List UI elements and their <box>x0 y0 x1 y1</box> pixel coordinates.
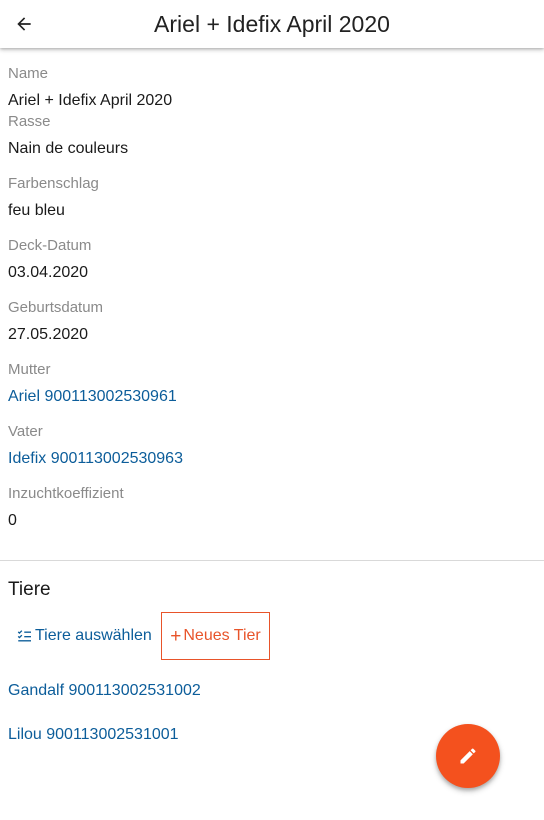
field-label: Inzuchtkoeffizient <box>8 485 124 502</box>
field-value: feu bleu <box>8 202 65 219</box>
page: Ariel + Idefix April 2020 Name Ariel + I… <box>0 0 544 820</box>
select-animals-label: Tiere auswählen <box>35 627 152 644</box>
select-animals-button[interactable]: Tiere auswählen <box>16 618 152 654</box>
pencil-icon <box>460 748 476 764</box>
field-label: Farbenschlag <box>8 175 99 192</box>
detail-fields: Name Ariel + Idefix April 2020 Rasse Nai… <box>0 48 544 546</box>
field-name: Name Ariel + Idefix April 2020 <box>0 48 544 112</box>
back-button[interactable] <box>4 4 44 44</box>
field-value: 03.04.2020 <box>8 264 89 281</box>
new-animal-label: Neues Tier <box>183 627 261 644</box>
page-title: Ariel + Idefix April 2020 <box>154 11 390 37</box>
divider <box>0 560 544 561</box>
field-label: Rasse <box>8 113 51 130</box>
field-value: 27.05.2020 <box>8 326 89 343</box>
field-value: Ariel + Idefix April 2020 <box>8 92 173 109</box>
field-birth-date: Geburtsdatum 27.05.2020 <box>0 298 544 360</box>
field-mating-date: Deck-Datum 03.04.2020 <box>0 236 544 298</box>
edit-fab-button[interactable] <box>436 724 500 788</box>
field-label: Mutter <box>8 361 51 378</box>
checklist-icon <box>17 630 31 642</box>
field-label: Vater <box>8 423 43 440</box>
animal-link[interactable]: Lilou 900113002531001 <box>8 725 179 745</box>
field-value: Nain de couleurs <box>8 140 129 157</box>
field-value: 0 <box>8 512 17 529</box>
field-label: Geburtsdatum <box>8 299 104 316</box>
app-bar: Ariel + Idefix April 2020 <box>0 0 544 48</box>
field-label: Deck-Datum <box>8 237 92 254</box>
new-animal-button[interactable]: + Neues Tier <box>161 612 270 660</box>
plus-icon: + <box>170 625 182 647</box>
animal-link[interactable]: Gandalf 900113002531002 <box>8 681 201 701</box>
field-mother: Mutter Ariel 900113002530961 <box>0 360 544 422</box>
field-color: Farbenschlag feu bleu <box>0 174 544 236</box>
field-father: Vater Idefix 900113002530963 <box>0 422 544 484</box>
arrow-back-icon <box>17 17 31 31</box>
field-breed: Rasse Nain de couleurs <box>0 112 544 174</box>
animals-section-title: Tiere <box>8 579 51 600</box>
field-inbreeding: Inzuchtkoeffizient 0 <box>0 484 544 546</box>
mother-link[interactable]: Ariel 900113002530961 <box>8 387 544 407</box>
father-link[interactable]: Idefix 900113002530963 <box>8 449 544 469</box>
field-label: Name <box>8 65 49 82</box>
